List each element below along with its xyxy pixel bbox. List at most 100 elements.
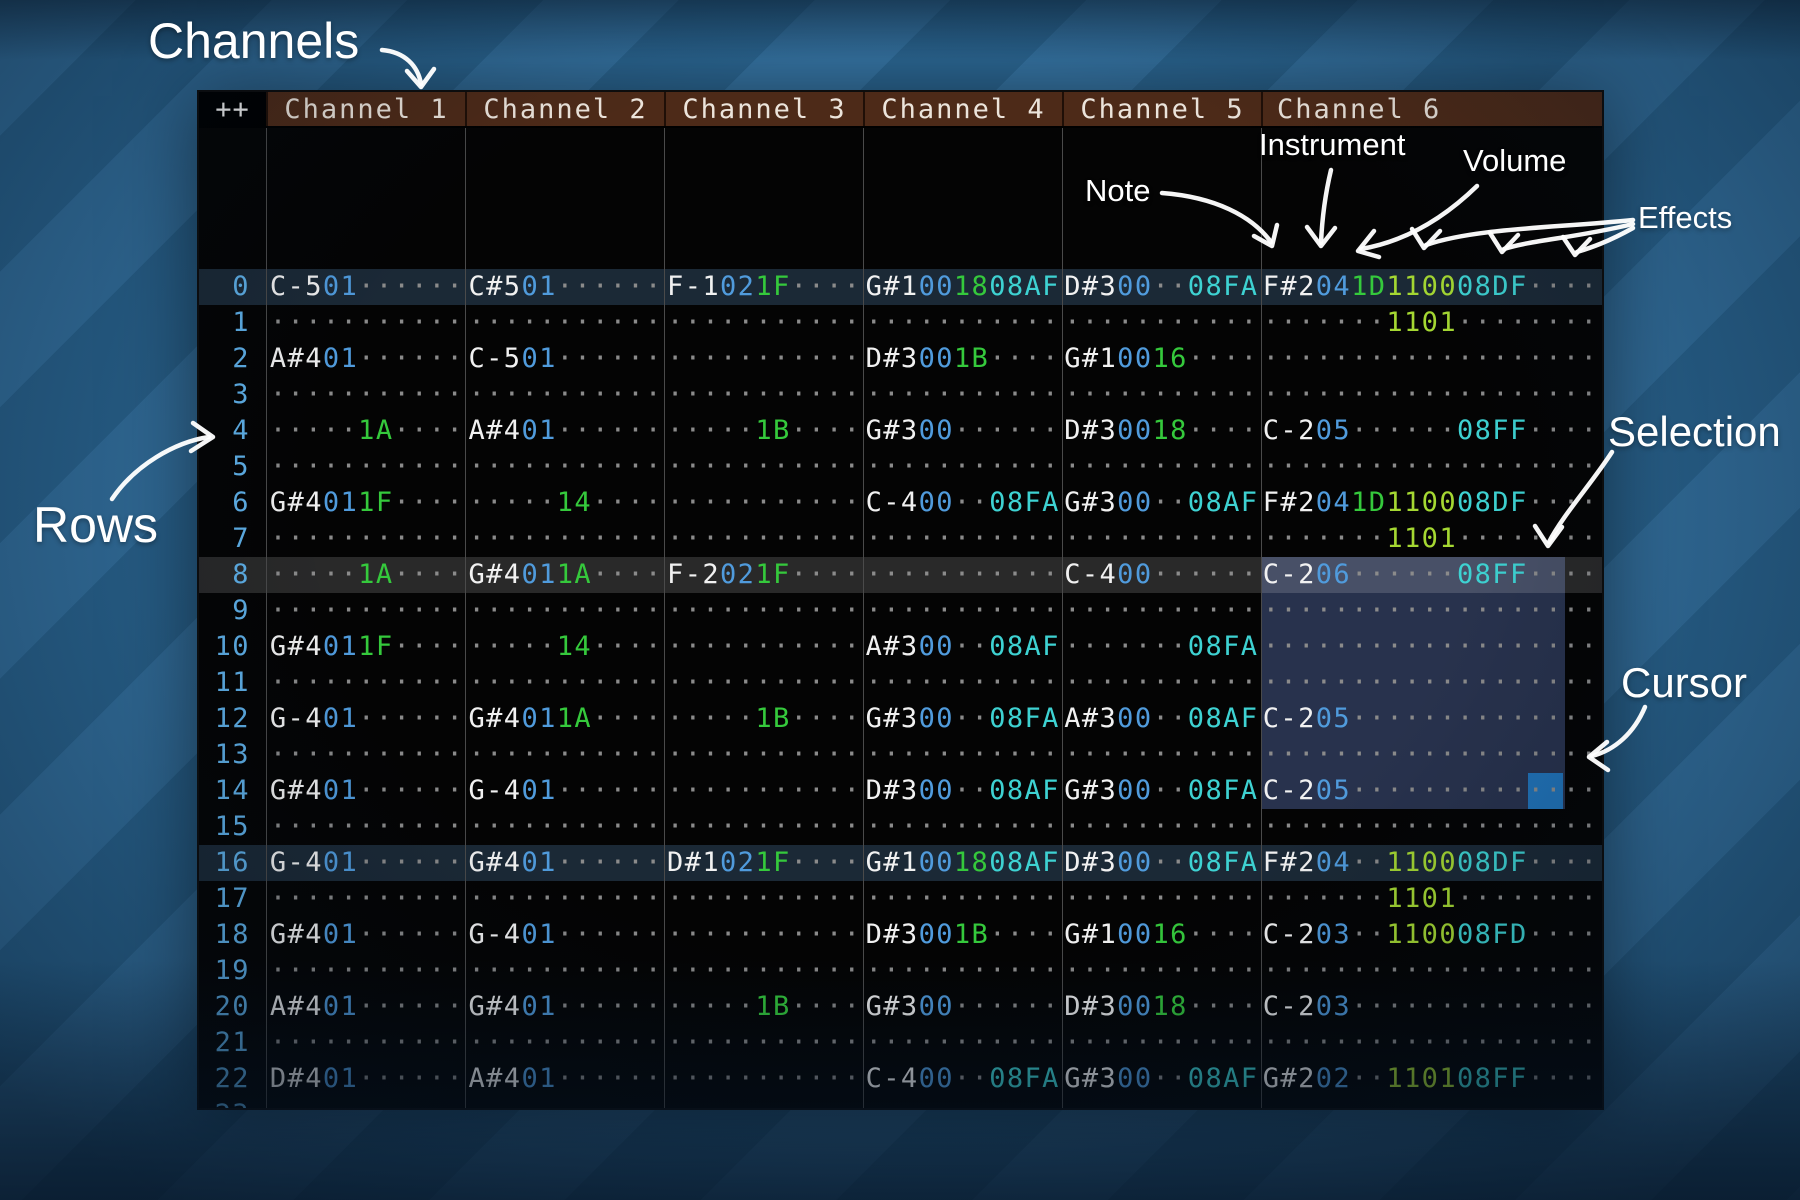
pattern-cell[interactable]: G#10016····: [1060, 917, 1259, 953]
pattern-cell[interactable]: ···················: [1259, 737, 1602, 773]
pattern-cell[interactable]: ···········: [266, 1097, 465, 1108]
pattern-cell[interactable]: ···········: [663, 629, 862, 665]
pattern-row-17[interactable]: 17······································…: [199, 881, 1602, 917]
pattern-cell[interactable]: C-203··············: [1259, 989, 1602, 1025]
pattern-row-20[interactable]: 20A#401······G#401···········1B····G#300…: [199, 989, 1602, 1025]
pattern-cell[interactable]: G#300··08FA: [862, 701, 1061, 737]
pattern-cell[interactable]: F-1021F····: [663, 269, 862, 305]
pattern-row-11[interactable]: 11······································…: [199, 665, 1602, 701]
channel-header-4[interactable]: Channel 4: [863, 92, 1062, 126]
pattern-cell[interactable]: C-206······08FF····: [1259, 557, 1602, 593]
pattern-cell[interactable]: ···········: [464, 593, 663, 629]
pattern-cell[interactable]: ···················: [1259, 377, 1602, 413]
pattern-cell[interactable]: ·······1101········: [1259, 521, 1602, 557]
pattern-cell[interactable]: ···········: [1060, 953, 1259, 989]
pattern-cell[interactable]: ···········: [266, 881, 465, 917]
pattern-row-15[interactable]: 15······································…: [199, 809, 1602, 845]
pattern-cell[interactable]: G#4011A····: [464, 701, 663, 737]
pattern-cell[interactable]: ·····1B····: [663, 989, 862, 1025]
pattern-cell[interactable]: ···········: [862, 1025, 1061, 1061]
pattern-cell[interactable]: ···················: [1259, 341, 1602, 377]
pattern-cell[interactable]: ···········: [663, 449, 862, 485]
pattern-row-19[interactable]: 19······································…: [199, 953, 1602, 989]
pattern-cell[interactable]: C-400··08FA: [862, 485, 1061, 521]
pattern-cell[interactable]: ···········: [663, 881, 862, 917]
pattern-cell[interactable]: ···········: [862, 665, 1061, 701]
pattern-cell[interactable]: ·····1B····: [663, 701, 862, 737]
pattern-cell[interactable]: ·····1B····: [663, 413, 862, 449]
pattern-cell[interactable]: ···········: [266, 593, 465, 629]
pattern-cell[interactable]: ···········: [663, 341, 862, 377]
pattern-cell[interactable]: G#202··110108FF····: [1259, 1061, 1602, 1097]
pattern-cell[interactable]: ···················: [1259, 1025, 1602, 1061]
pattern-cell[interactable]: ···········: [663, 665, 862, 701]
pattern-cell[interactable]: ·····14····: [464, 485, 663, 521]
pattern-cell[interactable]: C-501······: [266, 269, 465, 305]
pattern-row-3[interactable]: 3·······································…: [199, 377, 1602, 413]
pattern-row-13[interactable]: 13······································…: [199, 737, 1602, 773]
pattern-cell[interactable]: ·····1A····: [266, 557, 465, 593]
pattern-cell[interactable]: G#300······: [862, 413, 1061, 449]
pattern-cell[interactable]: A#401······: [464, 1061, 663, 1097]
pattern-cell[interactable]: C-205······08FF····: [1259, 413, 1602, 449]
pattern-cell[interactable]: ···········: [663, 1025, 862, 1061]
pattern-cell[interactable]: G#401······: [266, 917, 465, 953]
pattern-cell[interactable]: ···········: [464, 953, 663, 989]
channel-header-3[interactable]: Channel 3: [664, 92, 863, 126]
pattern-cell[interactable]: F#2041D110008DF····: [1259, 269, 1602, 305]
pattern-cell[interactable]: ···········: [266, 449, 465, 485]
pattern-row-4[interactable]: 4·····1A····A#401···········1B····G#300·…: [199, 413, 1602, 449]
pattern-cell[interactable]: ·····1A····: [266, 413, 465, 449]
pattern-cell[interactable]: ···········: [1060, 737, 1259, 773]
pattern-cell[interactable]: ···········: [663, 1097, 862, 1108]
pattern-row-6[interactable]: 6G#4011F·········14···············C-400·…: [199, 485, 1602, 521]
pattern-cell[interactable]: ···········: [464, 377, 663, 413]
pattern-cell[interactable]: A#300··08AF: [862, 629, 1061, 665]
pattern-cell[interactable]: ···········: [663, 593, 862, 629]
pattern-cell[interactable]: D#30018····: [1060, 413, 1259, 449]
pattern-cell[interactable]: D#300··08AF: [862, 773, 1061, 809]
pattern-cell[interactable]: ···········: [464, 1097, 663, 1108]
pattern-cell[interactable]: G#401······: [464, 845, 663, 881]
pattern-cell[interactable]: G#401······: [266, 773, 465, 809]
pattern-cell[interactable]: ···········: [862, 737, 1061, 773]
pattern-cell[interactable]: ···········: [266, 953, 465, 989]
pattern-cell[interactable]: ···········: [266, 1025, 465, 1061]
pattern-cell[interactable]: D#300··08FA: [1060, 845, 1259, 881]
pattern-cell[interactable]: A#300··08AF: [1060, 701, 1259, 737]
pattern-row-5[interactable]: 5·······································…: [199, 449, 1602, 485]
pattern-cell[interactable]: ···········: [862, 953, 1061, 989]
pattern-row-9[interactable]: 9·······································…: [199, 593, 1602, 629]
pattern-cell[interactable]: G#4011F····: [266, 485, 465, 521]
edit-cursor[interactable]: ··: [1528, 773, 1563, 809]
pattern-cell[interactable]: ···········: [663, 305, 862, 341]
pattern-cell[interactable]: ···········: [862, 593, 1061, 629]
pattern-cell[interactable]: ···················: [1259, 1097, 1602, 1108]
pattern-cell[interactable]: C-501······: [464, 341, 663, 377]
pattern-cell[interactable]: ···········: [1060, 881, 1259, 917]
pattern-cell[interactable]: G#4011A····: [464, 557, 663, 593]
pattern-cell[interactable]: C-203··110008FD····: [1259, 917, 1602, 953]
pattern-cell[interactable]: G#300······: [862, 989, 1061, 1025]
pattern-cell[interactable]: ···········: [862, 521, 1061, 557]
channel-header-6[interactable]: Channel 6: [1261, 92, 1602, 126]
pattern-cell[interactable]: ···········: [464, 305, 663, 341]
pattern-cell[interactable]: ·····14····: [464, 629, 663, 665]
pattern-cell[interactable]: ···········: [1060, 377, 1259, 413]
pattern-cell[interactable]: ···········: [1060, 305, 1259, 341]
pattern-cell[interactable]: ···········: [266, 809, 465, 845]
pattern-cell[interactable]: ···········: [266, 665, 465, 701]
pattern-cell[interactable]: C-205··············: [1259, 701, 1602, 737]
pattern-cell[interactable]: ···········: [663, 773, 862, 809]
pattern-cell[interactable]: ···········: [266, 521, 465, 557]
pattern-cell[interactable]: ···················: [1259, 665, 1602, 701]
pattern-cell[interactable]: C#501······: [464, 269, 663, 305]
pattern-cell[interactable]: ···················: [1259, 809, 1602, 845]
pattern-cell[interactable]: ···········: [464, 665, 663, 701]
pattern-cell[interactable]: D#1021F····: [663, 845, 862, 881]
pattern-cell[interactable]: ···········: [663, 1061, 862, 1097]
pattern-cell[interactable]: ···········: [1060, 809, 1259, 845]
pattern-cell[interactable]: D#401······: [266, 1061, 465, 1097]
pattern-cell[interactable]: ···········: [663, 521, 862, 557]
pattern-cell[interactable]: ···········: [862, 881, 1061, 917]
